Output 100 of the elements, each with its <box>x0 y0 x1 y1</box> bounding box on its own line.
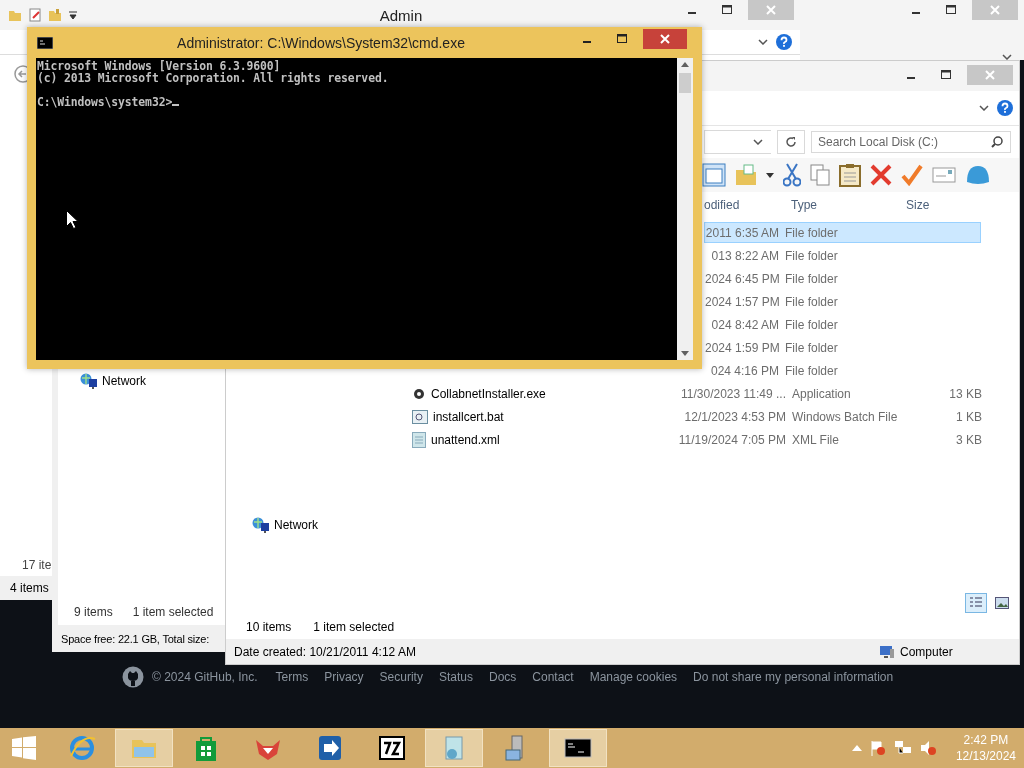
computer-icon <box>879 644 895 659</box>
nav-item[interactable]: Network <box>80 373 146 389</box>
file-name: CollabnetInstaller.exe <box>431 386 546 401</box>
file-type: File folder <box>785 248 839 263</box>
console-output: Microsoft Windows [Version 6.3.9600] <box>37 60 282 72</box>
file-type: File folder <box>785 294 839 309</box>
footer-link[interactable]: Manage cookies <box>589 670 678 684</box>
window-title: Admin <box>378 6 424 24</box>
column-header: Size <box>906 198 931 212</box>
speaker-muted-icon <box>919 740 936 756</box>
close-button[interactable] <box>643 29 687 49</box>
nav-item[interactable]: Network <box>252 517 318 533</box>
footer-link[interactable]: Security <box>379 670 423 684</box>
column-header: odified <box>703 198 741 212</box>
rename-icon <box>932 166 956 184</box>
file-name: installcert.bat <box>433 409 504 424</box>
details-view-icon <box>969 596 983 610</box>
minimize-icon <box>911 12 920 14</box>
checkmark-icon <box>901 164 923 186</box>
taskbar-button[interactable] <box>549 729 607 767</box>
file-row[interactable]: 2024 1:57 PM File folder <box>704 291 981 312</box>
footer-link[interactable]: Contact <box>532 670 574 684</box>
copy-icon <box>810 164 830 186</box>
customize-icon <box>68 10 78 20</box>
scroll-down-icon <box>681 351 689 356</box>
new-folder-icon <box>48 8 62 22</box>
chevron-down-icon <box>753 139 763 145</box>
file-row[interactable]: installcert.bat 12/1/2023 4:53 PM Windows Batch File 1 KB <box>406 406 988 427</box>
column-header: Type <box>791 198 818 212</box>
footer-link[interactable]: Terms <box>275 670 309 684</box>
help-icon <box>997 100 1013 116</box>
flag-error-icon <box>869 740 886 756</box>
help-icon <box>776 34 792 50</box>
network-icon <box>252 517 270 533</box>
status-text: 4 items <box>0 576 52 600</box>
date-modified: 2024 1:57 PM <box>705 294 781 309</box>
refresh-icon <box>785 136 797 148</box>
search-field[interactable]: Search Local Disk (C:) <box>811 131 1011 153</box>
file-name: unattend.xml <box>431 432 500 447</box>
date-modified: 2011 6:35 AM <box>705 225 780 240</box>
file-size: 1 KB <box>955 409 982 424</box>
footer-link[interactable]: Status <box>438 670 473 684</box>
text-cursor <box>172 104 180 106</box>
file-type: File folder <box>785 317 839 332</box>
file-row[interactable]: 013 8:22 AM File folder <box>704 245 981 266</box>
window-title: Administrator: C:\Windows\System32\cmd.exe <box>176 34 466 51</box>
thumbnails-view-icon <box>995 597 1009 609</box>
date-modified: 12/1/2023 4:53 PM <box>683 409 787 424</box>
file-type: File folder <box>785 225 839 240</box>
windows-logo-icon <box>11 736 36 760</box>
close-icon <box>985 70 995 80</box>
footer-link[interactable]: Privacy <box>324 670 364 684</box>
maximize-icon <box>945 5 956 15</box>
minimize-icon <box>582 41 591 43</box>
scroll-thumb[interactable] <box>679 73 691 93</box>
delete-icon <box>870 164 892 186</box>
date-modified: 013 8:22 AM <box>710 248 780 263</box>
chevron-down-icon <box>758 39 768 45</box>
file-type: Application <box>792 386 852 401</box>
file-row[interactable]: CollabnetInstaller.exe 11/30/2023 11:49 ... Application 13 KB <box>406 383 988 404</box>
minimize-icon <box>687 12 696 14</box>
maximize-icon <box>721 5 732 15</box>
file-row[interactable]: 2024 6:45 PM File folder <box>704 268 981 289</box>
clipboard-icon <box>839 163 861 187</box>
file-row[interactable]: 024 8:42 AM File folder <box>704 314 981 335</box>
gear-file-icon <box>412 409 428 424</box>
date-modified: 024 4:16 PM <box>709 363 780 378</box>
close-icon <box>660 34 670 44</box>
footer-link[interactable]: Docs <box>488 670 517 684</box>
file-type: XML File <box>792 432 840 447</box>
command-prompt: C:\Windows\system32> <box>37 96 173 108</box>
file-size: 3 KB <box>955 432 982 447</box>
minimize-icon <box>906 77 915 79</box>
refresh-button[interactable] <box>777 130 805 154</box>
date-modified: 11/19/2024 7:05 PM <box>677 432 787 447</box>
item-count: 9 items <box>74 605 113 619</box>
file-row[interactable]: unattend.xml 11/19/2024 7:05 PM XML File 3 KB <box>406 429 988 450</box>
properties-icon <box>28 8 42 22</box>
date-modified: 2024 1:59 PM <box>705 340 781 355</box>
date-modified: 2024 6:45 PM <box>705 271 781 286</box>
footer-link[interactable]: Do not share my personal information <box>693 670 894 684</box>
item-count: 17 ite <box>21 558 52 574</box>
chevron-down-icon <box>979 105 989 111</box>
dropdown-icon <box>766 172 774 178</box>
date-modified: 11/30/2023 11:49 ... <box>680 386 787 401</box>
selection-count: 1 item selected <box>132 605 214 619</box>
file-type: Windows Batch File <box>792 409 899 424</box>
file-row[interactable]: 2011 6:35 AM File folder <box>704 222 981 243</box>
close-icon <box>766 5 776 15</box>
scrollbar[interactable] <box>677 58 693 360</box>
cut-icon <box>783 163 801 187</box>
arrow-box-icon <box>316 734 344 762</box>
chevron-up-icon <box>851 745 862 751</box>
copyright-text: © 2024 GitHub, Inc. <box>152 670 258 684</box>
file-type: File folder <box>785 363 839 378</box>
view-pane-icon <box>702 163 726 187</box>
file-row[interactable]: 2024 1:59 PM File folder <box>704 337 981 358</box>
file-type: File folder <box>785 271 839 286</box>
file-type: File folder <box>785 340 839 355</box>
file-row[interactable]: 024 4:16 PM File folder <box>704 360 981 381</box>
